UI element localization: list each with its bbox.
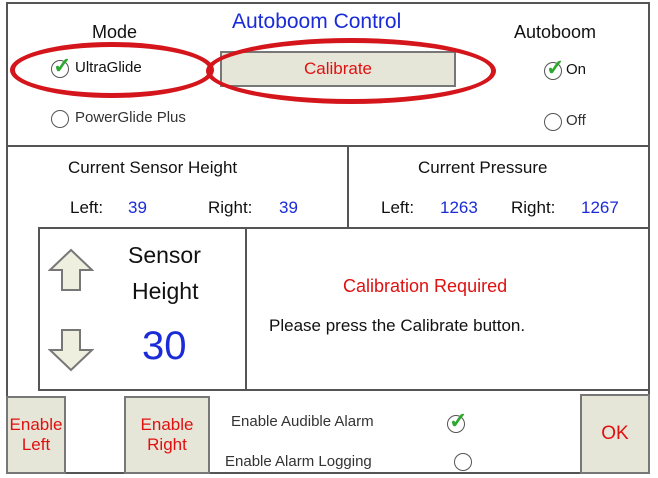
mode-radio-ultraglide[interactable]: ✓ [51,55,71,78]
autoboom-radio-off[interactable] [544,113,562,131]
divider-horizontal-bottom [38,389,650,391]
pressure-left-label: Left: [381,198,415,217]
page-title: Autoboom Control [232,10,402,33]
divider-vertical-middle [245,227,247,390]
enable-right-label-line1: Enable [140,415,194,434]
check-icon: ✓ [53,53,72,78]
check-icon: ✓ [546,55,565,80]
divider-horizontal-top [6,145,650,147]
sensor-left-value: 39 [128,198,147,217]
enable-left-label-line1: Enable [9,415,63,434]
sensor-height-setpoint-label-line2: Height [132,278,199,304]
audible-alarm-checkbox[interactable]: ✓ [447,410,467,433]
autoboom-option-off-label[interactable]: Off [566,112,586,129]
autoboom-option-on-label[interactable]: On [566,61,586,78]
audible-alarm-label: Enable Audible Alarm [231,413,374,430]
calibrate-button-label: Calibrate [303,59,373,78]
sensor-right-value: 39 [279,198,298,217]
divider-vertical-readouts [347,145,349,227]
mode-label: Mode [92,22,138,42]
calibration-required-title: Calibration Required [343,276,508,296]
enable-right-label-line2: Right [147,435,187,454]
autoboom-radio-on[interactable]: ✓ [544,57,564,80]
mode-option-powerglide-plus-label[interactable]: PowerGlide Plus [75,109,186,126]
alarm-logging-label: Enable Alarm Logging [225,453,372,470]
calibrate-button[interactable]: Calibrate [220,51,456,87]
ok-button-label: OK [601,423,629,444]
pressure-right-value: 1267 [581,198,619,217]
calibration-instruction-text: Please press the Calibrate button. [269,316,526,335]
mode-option-ultraglide-label[interactable]: UltraGlide [75,59,142,76]
increase-height-arrow-icon[interactable] [48,248,94,292]
sensor-height-title: Current Sensor Height [68,158,238,177]
alarm-logging-checkbox[interactable] [454,453,472,471]
decrease-height-arrow-icon[interactable] [48,328,94,372]
pressure-right-label: Right: [511,198,556,217]
enable-left-button[interactable]: Enable Left [6,396,66,474]
mode-radio-powerglide-plus[interactable] [51,110,69,128]
check-icon: ✓ [449,408,468,433]
ok-button[interactable]: OK [580,394,650,474]
sensor-left-label: Left: [70,198,104,217]
sensor-right-label: Right: [208,198,253,217]
enable-right-button[interactable]: Enable Right [124,396,210,474]
pressure-left-value: 1263 [440,198,478,217]
pressure-title: Current Pressure [418,158,548,177]
sensor-height-setpoint-label-line1: Sensor [128,242,201,268]
autoboom-label: Autoboom [514,22,597,42]
sensor-height-setpoint-value: 30 [142,324,187,368]
enable-left-label-line2: Left [21,435,51,454]
